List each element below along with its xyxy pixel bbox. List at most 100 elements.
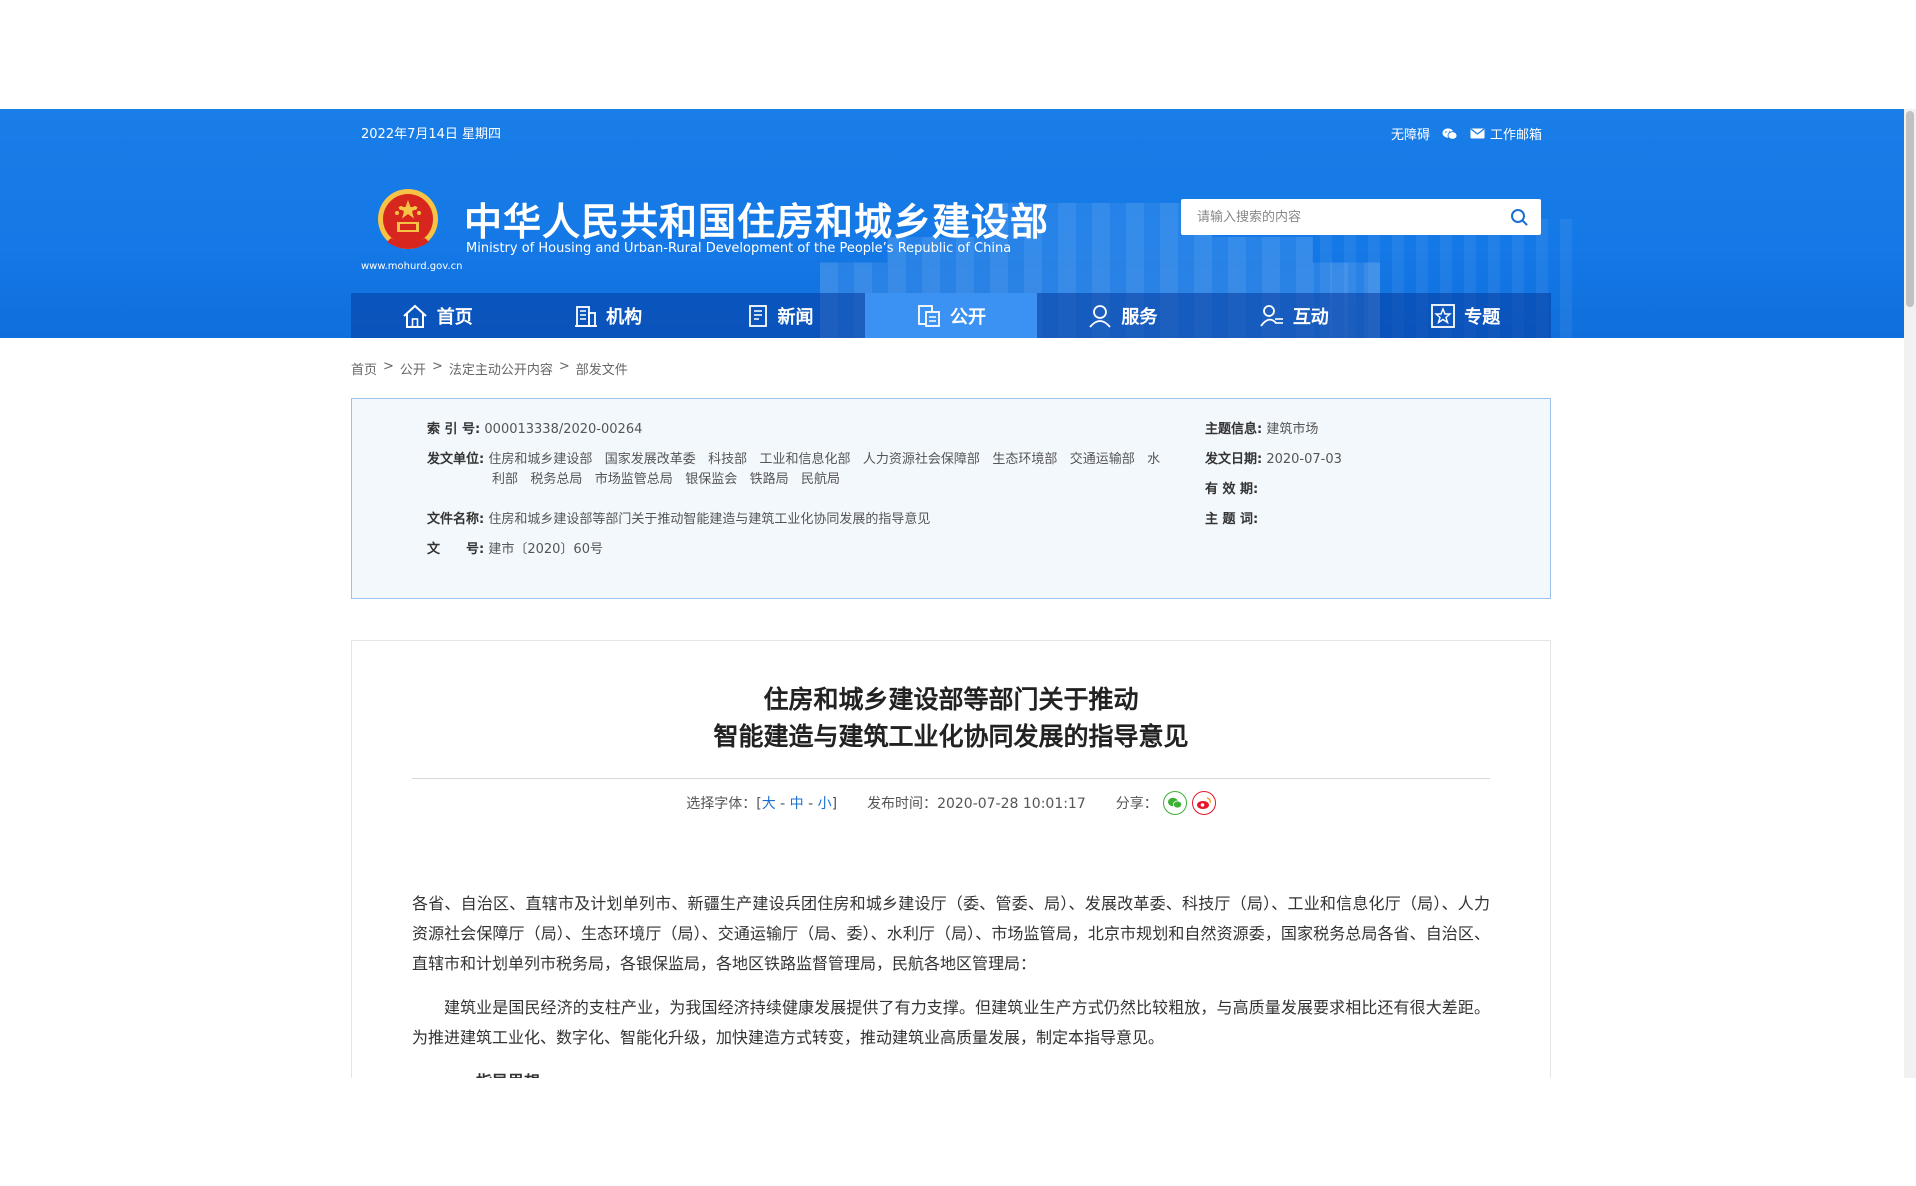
interaction-icon [1260, 304, 1283, 327]
nav-item-label: 专题 [1464, 306, 1501, 328]
nav-item-label: 首页 [436, 306, 473, 328]
meta-docname-row: 文件名称: 住房和城乡建设部等部门关于推动智能建造与建筑工业化协同发展的指导意见 [427, 510, 930, 530]
meta-docno-value: 建市〔2020〕60号 [488, 542, 603, 557]
font-size-label: 选择字体：[ [686, 796, 762, 812]
work-mail-link[interactable]: 工作邮箱 [1470, 124, 1542, 143]
nav-item-home[interactable]: 首页 [351, 293, 522, 338]
meta-issuer-row: 发文单位: 住房和城乡建设部 国家发展改革委 科技部 工业和信息化部 人力资源社… [427, 450, 1172, 490]
nav-item-label: 新闻 [777, 306, 814, 328]
article-paragraph-3: 一、指导思想 [412, 1067, 1490, 1078]
font-size-close: ] [831, 796, 838, 812]
meta-topic-label: 主题信息: [1205, 422, 1263, 437]
main-nav: 首页 机构 新闻 公开 服务 互动 专题 [351, 293, 1551, 338]
home-icon [403, 304, 427, 328]
accessibility-link[interactable]: 无障碍 [1391, 124, 1430, 143]
share-area: 分享： [1116, 791, 1216, 815]
article-body: 各省、自治区、直辖市及计划单列市、新疆生产建设兵团住房和城乡建设厅（委、管委、局… [412, 889, 1490, 1078]
meta-keywords-label: 主 题 词: [1205, 512, 1259, 527]
meta-index-row: 索 引 号: 000013338/2020-00264 [427, 420, 642, 440]
weibo-share-icon [1196, 797, 1211, 809]
breadcrumb-documents[interactable]: 部发文件 [576, 359, 628, 378]
work-mail-label: 工作邮箱 [1489, 128, 1542, 143]
article-toolbar: 选择字体：[大 - 中 - 小] 发布时间：2020-07-28 10:01:1… [352, 791, 1550, 815]
meta-issuer-label: 发文单位: [427, 452, 485, 467]
meta-docno-label: 文 号: [427, 542, 485, 557]
site-title[interactable]: 中华人民共和国住房和城乡建设部 [464, 191, 1049, 246]
meta-docno-row: 文 号: 建市〔2020〕60号 [427, 540, 603, 560]
browser-viewport: 2022年7月14日 星期四 无障碍 工作邮箱 www.mohurd.gov.c… [0, 109, 1916, 1078]
site-subtitle: Ministry of Housing and Urban-Rural Deve… [466, 241, 1012, 256]
article-title-line-2: 智能建造与建筑工业化协同发展的指导意见 [713, 722, 1189, 751]
font-size-selector: 选择字体：[大 - 中 - 小] [686, 796, 838, 812]
font-size-medium[interactable]: 中 [790, 796, 804, 812]
scrollbar-thumb[interactable] [1906, 111, 1914, 307]
meta-docname-label: 文件名称: [427, 512, 485, 527]
article-paragraph-1: 各省、自治区、直辖市及计划单列市、新疆生产建设兵团住房和城乡建设厅（委、管委、局… [412, 894, 1490, 973]
wechat-icon [1442, 127, 1458, 140]
article-panel: 住房和城乡建设部等部门关于推动 智能建造与建筑工业化协同发展的指导意见 选择字体… [351, 640, 1551, 1078]
publish-info: 发布时间：2020-07-28 10:01:17 [867, 793, 1086, 813]
document-icon [918, 304, 940, 327]
nav-item-label: 机构 [606, 306, 643, 328]
current-date: 2022年7月14日 星期四 [361, 127, 502, 142]
font-size-large[interactable]: 大 [762, 796, 776, 812]
breadcrumb-public[interactable]: 公开 [400, 359, 426, 378]
breadcrumb-separator: > [383, 359, 394, 374]
meta-date-value: 2020-07-03 [1266, 452, 1342, 467]
meta-topic-row: 主题信息: 建筑市场 [1205, 420, 1318, 440]
service-icon [1089, 304, 1112, 328]
nav-item-interaction[interactable]: 互动 [1208, 293, 1379, 338]
star-icon [1431, 303, 1456, 328]
nav-item-public[interactable]: 公开 [865, 293, 1037, 338]
nav-item-organization[interactable]: 机构 [522, 293, 693, 338]
share-wechat-button[interactable] [1162, 791, 1187, 815]
meta-date-row: 发文日期: 2020-07-03 [1205, 450, 1342, 470]
nav-item-label: 公开 [949, 306, 986, 328]
nav-item-label: 服务 [1121, 306, 1158, 328]
building-icon [575, 305, 598, 327]
meta-docname-value: 住房和城乡建设部等部门关于推动智能建造与建筑工业化协同发展的指导意见 [488, 512, 931, 527]
article-title-line-1: 住房和城乡建设部等部门关于推动 [763, 685, 1139, 714]
search-box [1181, 199, 1541, 235]
page-scrollbar[interactable] [1904, 109, 1916, 1078]
publish-time: 2020-07-28 10:01:17 [937, 796, 1086, 812]
mail-icon [1470, 128, 1485, 139]
meta-issuer-value-1: 住房和城乡建设部 国家发展改革委 科技部 工业和信息化部 人力资源社会保障部 生… [488, 452, 1161, 467]
article-paragraph-2: 建筑业是国民经济的支柱产业，为我国经济持续健康发展提供了有力支撑。但建筑业生产方… [412, 998, 1490, 1047]
breadcrumb-statutory[interactable]: 法定主动公开内容 [449, 359, 553, 378]
meta-topic-value: 建筑市场 [1266, 422, 1319, 437]
breadcrumb-separator: > [431, 359, 443, 374]
nav-item-special[interactable]: 专题 [1380, 293, 1551, 338]
document-metadata-box: 索 引 号: 000013338/2020-00264 发文单位: 住房和城乡建… [351, 398, 1551, 599]
site-url: www.mohurd.gov.cn [361, 261, 463, 272]
meta-index-label: 索 引 号: [427, 422, 481, 437]
article-title: 住房和城乡建设部等部门关于推动 智能建造与建筑工业化协同发展的指导意见 [352, 681, 1550, 755]
search-button[interactable] [1497, 199, 1541, 235]
nav-item-news[interactable]: 新闻 [694, 293, 865, 338]
article-divider [412, 778, 1490, 779]
meta-index-value: 000013338/2020-00264 [484, 422, 643, 437]
wechat-link[interactable] [1442, 127, 1458, 141]
meta-valid-row: 有 效 期: [1205, 480, 1258, 500]
search-icon [1511, 209, 1528, 226]
wechat-share-icon [1167, 797, 1182, 809]
breadcrumb-home[interactable]: 首页 [351, 359, 377, 378]
news-icon [748, 304, 767, 327]
share-weibo-button[interactable] [1191, 791, 1216, 815]
meta-issuer-value-2: 利部 税务总局 市场监管总局 银保监会 铁路局 民航局 [492, 472, 840, 487]
top-links: 无障碍 工作邮箱 [1391, 124, 1542, 143]
font-size-small[interactable]: 小 [818, 796, 832, 812]
breadcrumb-separator: > [558, 359, 570, 374]
publish-label: 发布时间： [867, 796, 938, 812]
nav-item-label: 互动 [1292, 306, 1329, 328]
share-label: 分享： [1115, 796, 1158, 812]
meta-keywords-row: 主 题 词: [1205, 510, 1258, 530]
meta-date-label: 发文日期: [1205, 452, 1263, 467]
accessibility-label: 无障碍 [1390, 128, 1430, 143]
search-input[interactable] [1181, 200, 1497, 234]
meta-valid-label: 有 效 期: [1205, 482, 1259, 497]
breadcrumb: 首页 > 公开 > 法定主动公开内容 > 部发文件 [351, 359, 628, 378]
national-emblem-icon[interactable] [373, 186, 443, 256]
nav-item-service[interactable]: 服务 [1037, 293, 1208, 338]
site-header: 2022年7月14日 星期四 无障碍 工作邮箱 www.mohurd.gov.c… [0, 109, 1904, 338]
